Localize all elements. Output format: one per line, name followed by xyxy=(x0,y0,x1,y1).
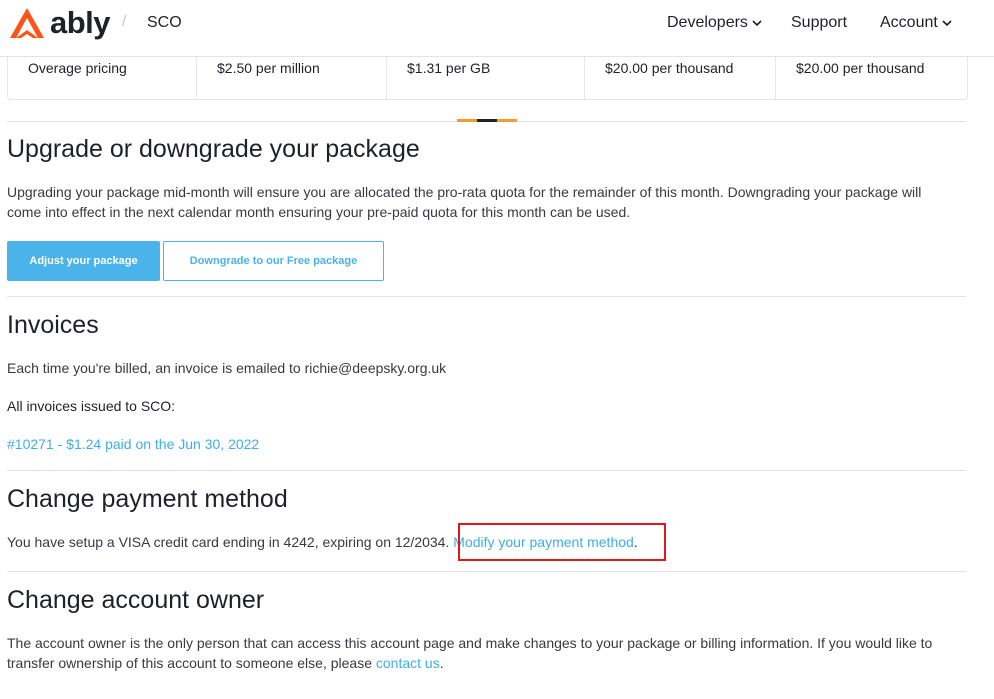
pricing-cell-value: $2.50 per million xyxy=(217,60,320,76)
owner-description: The account owner is the only person tha… xyxy=(7,635,933,671)
pricing-cell: $1.31 per GB xyxy=(386,56,584,99)
chevron-down-icon xyxy=(942,19,952,30)
divider-accent xyxy=(457,119,477,122)
pricing-table: Overage pricing $2.50 per million $1.31 … xyxy=(7,56,968,100)
payment-section-title: Change payment method xyxy=(7,485,288,513)
pricing-cell-value: $20.00 per thousand xyxy=(796,60,925,76)
owner-section-title: Change account owner xyxy=(7,586,265,614)
brand-name: ably xyxy=(50,5,111,40)
invoice-link[interactable]: #10271 - $1.24 paid on the Jun 30, 2022 xyxy=(7,436,259,452)
pricing-cell-value: $1.31 per GB xyxy=(407,60,491,76)
adjust-package-button[interactable]: Adjust your package xyxy=(7,241,160,281)
upgrade-section-title: Upgrade or downgrade your package xyxy=(7,135,420,163)
owner-text: The account owner is the only person tha… xyxy=(7,633,967,673)
payment-card-text: You have setup a VISA credit card ending… xyxy=(7,534,450,550)
nav-account-label: Account xyxy=(880,14,938,31)
pricing-cell: $20.00 per thousand xyxy=(584,56,775,99)
nav-support-label: Support xyxy=(791,14,848,31)
invoices-email-text: Each time you're billed, an invoice is e… xyxy=(7,360,447,376)
modify-payment-link[interactable]: Modify your payment method xyxy=(453,534,634,550)
nav-developers[interactable]: Developers xyxy=(667,14,762,32)
pricing-cell: $2.50 per million xyxy=(196,56,386,99)
pricing-cell: $20.00 per thousand xyxy=(775,56,967,99)
nav-account[interactable]: Account xyxy=(880,14,952,32)
divider-accent xyxy=(477,119,497,122)
payment-trailing-punct: . xyxy=(633,534,638,550)
breadcrumb-separator: / xyxy=(122,13,127,30)
invoices-section-title: Invoices xyxy=(7,311,99,339)
invoice-list-item: #10271 - $1.24 paid on the Jun 30, 2022 xyxy=(7,434,259,454)
upgrade-description: Upgrading your package mid-month will en… xyxy=(7,184,922,220)
pricing-cell-value: $20.00 per thousand xyxy=(605,60,734,76)
ably-logo-icon xyxy=(10,8,44,38)
section-divider xyxy=(7,296,966,297)
divider-accent xyxy=(497,119,517,122)
section-divider xyxy=(7,571,966,572)
invoices-issued-to-text: All invoices issued to SCO: xyxy=(7,398,176,414)
section-divider xyxy=(7,470,966,471)
nav-developers-label: Developers xyxy=(667,14,748,31)
chevron-down-icon xyxy=(752,19,762,30)
owner-trailing-punct: . xyxy=(439,655,444,671)
contact-us-link[interactable]: contact us xyxy=(376,655,440,671)
breadcrumb-app-name[interactable]: SCO xyxy=(147,14,182,32)
top-nav-bar: ably / SCO Developers Support Account xyxy=(0,0,994,57)
payment-text: You have setup a VISA credit card ending… xyxy=(7,532,638,552)
pricing-row-label-cell: Overage pricing xyxy=(8,56,196,99)
pricing-row-label: Overage pricing xyxy=(28,60,127,76)
downgrade-free-button[interactable]: Downgrade to our Free package xyxy=(163,241,384,281)
nav-support[interactable]: Support xyxy=(791,14,847,32)
ably-logo[interactable]: ably xyxy=(8,5,111,41)
